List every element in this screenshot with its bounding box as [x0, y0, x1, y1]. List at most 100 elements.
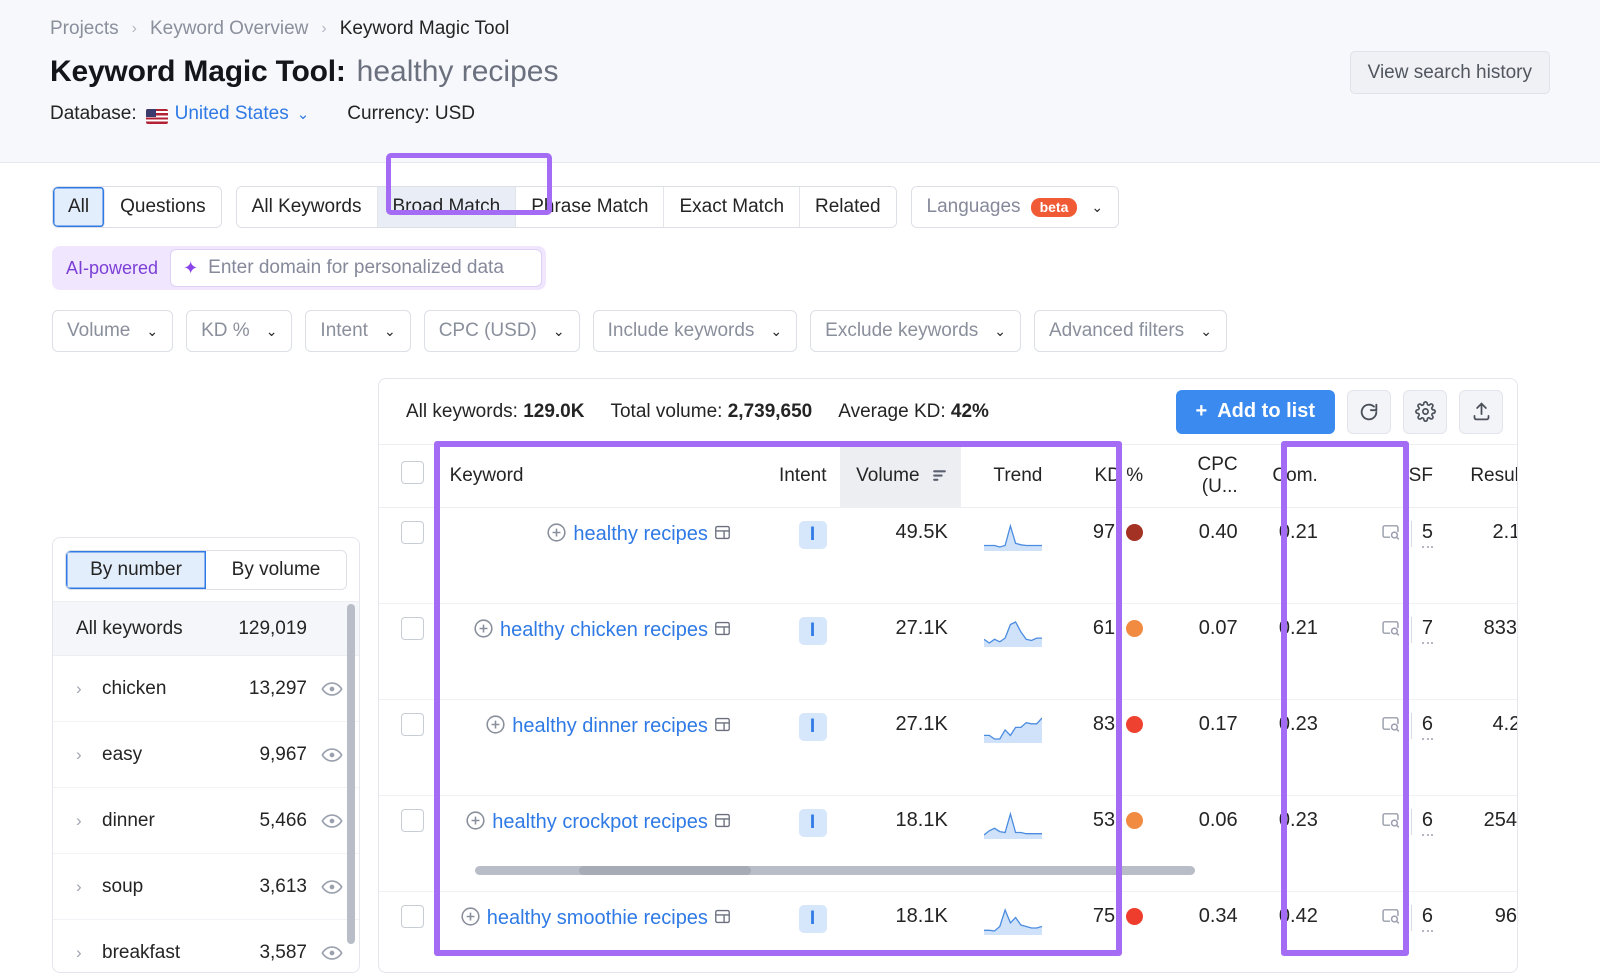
- header-sf[interactable]: SF: [1331, 445, 1446, 507]
- chevron-right-icon[interactable]: ›: [76, 745, 98, 765]
- segment-by-number[interactable]: By number: [66, 551, 206, 589]
- table-row[interactable]: healthy dinner recipesI27.1K830.170.2364…: [379, 699, 1518, 795]
- sf-count: 6: [1422, 809, 1433, 836]
- filter-cpc[interactable]: CPC (USD) ⌄: [424, 310, 580, 352]
- breadcrumb: Projects › Keyword Overview › Keyword Ma…: [50, 14, 1550, 44]
- select-all-checkbox[interactable]: [401, 461, 424, 484]
- add-keyword-icon[interactable]: [546, 522, 567, 549]
- row-checkbox[interactable]: [401, 521, 424, 544]
- tab-all-keywords[interactable]: All Keywords: [237, 187, 378, 227]
- row-select-cell: [379, 603, 437, 699]
- sidebar-item-easy[interactable]: ›easy9,967: [53, 722, 359, 788]
- header-kd[interactable]: KD %: [1055, 445, 1156, 507]
- intent-badge[interactable]: I: [799, 521, 827, 549]
- header-volume[interactable]: Volume: [840, 445, 961, 507]
- tab-broad-match[interactable]: Broad Match: [378, 187, 517, 227]
- segment-by-volume[interactable]: By volume: [206, 551, 346, 589]
- intent-badge[interactable]: I: [799, 905, 827, 933]
- table-toolbar: All keywords: 129.0K Total volume: 2,739…: [379, 379, 1517, 445]
- tab-all[interactable]: All: [53, 187, 105, 227]
- sidebar-item-chicken[interactable]: ›chicken13,297: [53, 656, 359, 722]
- chevron-right-icon[interactable]: ›: [76, 877, 98, 897]
- header-intent[interactable]: Intent: [745, 445, 840, 507]
- languages-dropdown[interactable]: Languages beta ⌄: [911, 186, 1120, 228]
- keyword-link[interactable]: healthy recipes: [573, 523, 708, 545]
- sidebar-item-dinner[interactable]: ›dinner5,466: [53, 788, 359, 854]
- serp-features-icon[interactable]: [1380, 713, 1401, 740]
- breadcrumb-item-keyword-overview[interactable]: Keyword Overview: [150, 18, 308, 40]
- sf-divider: [1411, 905, 1412, 931]
- serp-preview-icon[interactable]: [713, 811, 732, 836]
- sidebar-scrollbar[interactable]: [347, 604, 355, 944]
- refresh-button[interactable]: [1347, 390, 1391, 434]
- filter-intent[interactable]: Intent ⌄: [305, 310, 410, 352]
- add-keyword-icon[interactable]: [473, 618, 494, 645]
- tab-phrase-match[interactable]: Phrase Match: [516, 187, 664, 227]
- serp-preview-icon[interactable]: [713, 715, 732, 740]
- view-search-history-button[interactable]: View search history: [1350, 51, 1550, 94]
- serp-features-icon[interactable]: [1380, 809, 1401, 836]
- header-com[interactable]: Com.: [1251, 445, 1331, 507]
- cell-results: 833M: [1446, 603, 1518, 699]
- sidebar-group-count: 9,967: [259, 744, 307, 766]
- sidebar-item-breakfast[interactable]: ›breakfast3,587: [53, 920, 359, 973]
- keyword-link[interactable]: healthy dinner recipes: [512, 715, 708, 737]
- chevron-right-icon[interactable]: ›: [76, 811, 98, 831]
- table-row[interactable]: healthy chicken recipesI27.1K610.070.217…: [379, 603, 1518, 699]
- header-keyword[interactable]: Keyword: [437, 445, 745, 507]
- eye-icon[interactable]: [321, 678, 343, 700]
- keyword-link[interactable]: healthy smoothie recipes: [487, 907, 708, 929]
- filter-kd[interactable]: KD % ⌄: [186, 310, 292, 352]
- cell-keyword: healthy smoothie recipes: [437, 891, 745, 973]
- filter-advanced[interactable]: Advanced filters ⌄: [1034, 310, 1227, 352]
- add-keyword-icon[interactable]: [485, 714, 506, 741]
- filter-exclude-keywords[interactable]: Exclude keywords ⌄: [810, 310, 1021, 352]
- serp-features-icon[interactable]: [1380, 521, 1401, 548]
- serp-features-icon[interactable]: [1380, 617, 1401, 644]
- chevron-right-icon[interactable]: ›: [76, 679, 98, 699]
- serp-preview-icon[interactable]: [713, 523, 732, 548]
- filter-volume[interactable]: Volume ⌄: [52, 310, 173, 352]
- header-trend[interactable]: Trend: [961, 445, 1056, 507]
- add-to-list-button[interactable]: + Add to list: [1176, 390, 1335, 434]
- intent-badge[interactable]: I: [799, 809, 827, 837]
- serp-preview-icon[interactable]: [713, 619, 732, 644]
- breadcrumb-item-keyword-magic-tool: Keyword Magic Tool: [340, 18, 510, 40]
- serp-preview-icon[interactable]: [713, 907, 732, 932]
- tab-related[interactable]: Related: [800, 187, 896, 227]
- header-cpc[interactable]: CPC (U...: [1156, 445, 1251, 507]
- export-button[interactable]: [1459, 390, 1503, 434]
- database-value[interactable]: United States: [175, 103, 289, 125]
- row-checkbox[interactable]: [401, 905, 424, 928]
- serp-features-icon[interactable]: [1380, 905, 1401, 932]
- tab-exact-match[interactable]: Exact Match: [664, 187, 800, 227]
- eye-icon[interactable]: [321, 942, 343, 964]
- add-keyword-icon[interactable]: [465, 810, 486, 837]
- chevron-down-icon[interactable]: ⌄: [297, 105, 310, 123]
- keyword-link[interactable]: healthy crockpot recipes: [492, 811, 708, 833]
- sidebar-item-soup[interactable]: ›soup3,613: [53, 854, 359, 920]
- table-row[interactable]: healthy crockpot recipesI18.1K530.060.23…: [379, 795, 1518, 891]
- table-horizontal-scrollbar-thumb[interactable]: [579, 866, 751, 875]
- gear-icon[interactable]: [1403, 390, 1447, 434]
- domain-input-wrapper[interactable]: ✦ Enter domain for personalized data: [170, 249, 542, 287]
- row-checkbox[interactable]: [401, 713, 424, 736]
- add-keyword-icon[interactable]: [460, 906, 481, 933]
- row-checkbox[interactable]: [401, 809, 424, 832]
- eye-icon[interactable]: [321, 876, 343, 898]
- table-row[interactable]: healthy smoothie recipesI18.1K750.340.42…: [379, 891, 1518, 973]
- table-row[interactable]: healthy recipesI49.5K970.400.2152.1BTI: [379, 507, 1518, 603]
- row-checkbox[interactable]: [401, 617, 424, 640]
- header-results[interactable]: Results: [1446, 445, 1518, 507]
- filter-include-keywords[interactable]: Include keywords ⌄: [593, 310, 798, 352]
- keyword-link[interactable]: healthy chicken recipes: [500, 619, 708, 641]
- sidebar-item-all-keywords[interactable]: All keywords 129,019: [53, 601, 359, 656]
- eye-icon[interactable]: [321, 744, 343, 766]
- languages-tab[interactable]: Languages beta ⌄: [912, 187, 1119, 227]
- breadcrumb-item-projects[interactable]: Projects: [50, 18, 119, 40]
- chevron-right-icon[interactable]: ›: [76, 943, 98, 963]
- intent-badge[interactable]: I: [799, 713, 827, 741]
- eye-icon[interactable]: [321, 810, 343, 832]
- tab-questions[interactable]: Questions: [105, 187, 221, 227]
- intent-badge[interactable]: I: [799, 617, 827, 645]
